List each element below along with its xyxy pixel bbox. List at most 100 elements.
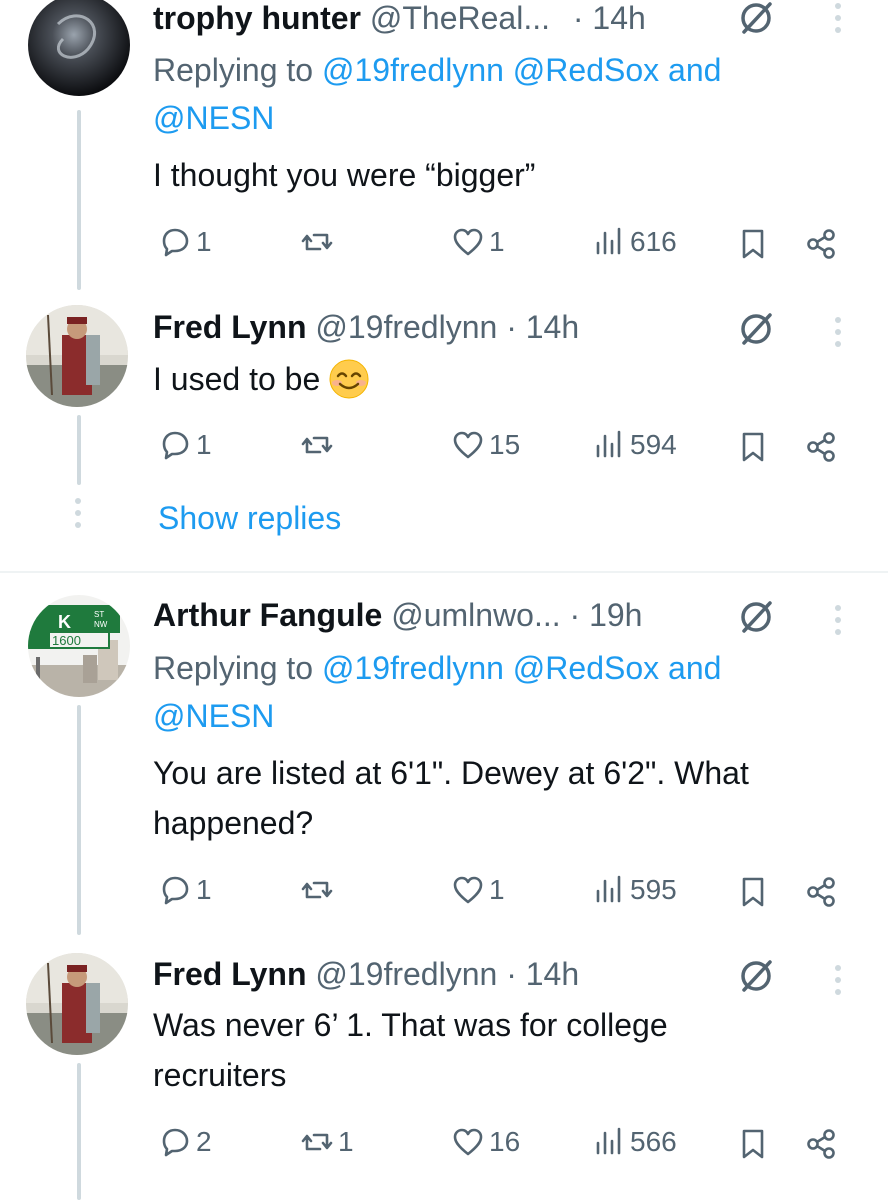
- views-button[interactable]: 616: [592, 222, 677, 262]
- more-options-icon[interactable]: [828, 314, 848, 354]
- show-replies-link[interactable]: Show replies: [158, 498, 341, 538]
- reply-icon: [162, 431, 189, 460]
- bookmark-button[interactable]: [736, 1124, 770, 1164]
- avatar-arthur-fangule[interactable]: K ST NW 1600: [28, 595, 130, 697]
- tweet-text: You are listed at 6'1". Dewey at 6'2". W…: [153, 748, 749, 848]
- repost-button[interactable]: [300, 425, 338, 465]
- reply-button[interactable]: 2: [158, 1122, 212, 1162]
- tweet-text-line: Was never 6’ 1. That was for college: [153, 1007, 668, 1043]
- bookmark-button[interactable]: [736, 427, 770, 467]
- share-button[interactable]: [804, 872, 838, 912]
- views-button[interactable]: 566: [592, 1122, 677, 1162]
- like-count: 16: [489, 1126, 521, 1157]
- thread-line: [77, 1063, 81, 1200]
- user-handle[interactable]: @19fredlynn: [315, 956, 497, 992]
- user-handle[interactable]: @umlnwo...: [391, 597, 560, 633]
- display-name[interactable]: Fred Lynn: [153, 309, 306, 345]
- reply-icon: [162, 1128, 189, 1157]
- tweet-text: I used to be: [153, 354, 370, 404]
- reply-button[interactable]: 1: [158, 425, 212, 465]
- user-handle[interactable]: @19fredlynn: [315, 309, 497, 345]
- reply-count: 1: [196, 226, 212, 257]
- reply-count: 2: [196, 1126, 212, 1157]
- bookmark-button[interactable]: [736, 872, 770, 912]
- reply-count: 1: [196, 874, 212, 905]
- views-icon: [596, 430, 621, 458]
- replying-mentions[interactable]: @19fredlynn @RedSox: [322, 650, 659, 686]
- tweet-text-line: happened?: [153, 805, 314, 841]
- timestamp[interactable]: · 19h: [570, 597, 643, 633]
- replying-mentions[interactable]: @19fredlynn @RedSox: [322, 52, 659, 88]
- share-icon: [807, 877, 835, 907]
- views-button[interactable]: 594: [592, 425, 677, 465]
- tweet-header: Arthur Fangule @umlnwo... · 19h: [153, 595, 642, 635]
- replying-and: and: [659, 52, 722, 88]
- repost-button[interactable]: [300, 222, 338, 262]
- reply-button[interactable]: 1: [158, 870, 212, 910]
- grok-icon[interactable]: [736, 309, 776, 349]
- share-button[interactable]: [804, 1124, 838, 1164]
- like-count: 1: [489, 226, 505, 257]
- avatar-fred-lynn[interactable]: [26, 305, 128, 407]
- share-button[interactable]: [804, 427, 838, 467]
- more-options-icon[interactable]: [828, 962, 848, 1002]
- more-options-icon[interactable]: [828, 602, 848, 642]
- sign-number: 1600: [52, 633, 81, 648]
- grok-icon[interactable]: [736, 956, 776, 996]
- views-icon: [596, 227, 621, 255]
- reply-icon: [162, 876, 189, 905]
- timestamp[interactable]: · 14h: [506, 309, 579, 345]
- replying-prefix: Replying to: [153, 52, 322, 88]
- reply-button[interactable]: 1: [158, 222, 212, 262]
- views-button[interactable]: 595: [592, 870, 677, 910]
- repost-button[interactable]: [300, 870, 338, 910]
- timestamp[interactable]: · 14h: [573, 0, 646, 36]
- display-name[interactable]: Fred Lynn: [153, 956, 306, 992]
- share-button[interactable]: [804, 224, 838, 264]
- avatar-trophy-hunter[interactable]: [28, 0, 130, 96]
- user-handle[interactable]: @TheReal...: [370, 0, 550, 36]
- replying-and: and: [659, 650, 722, 686]
- tweet-text-body: I used to be: [153, 361, 321, 397]
- reply-count: 1: [196, 429, 212, 460]
- replying-to: Replying to @19fredlynn @RedSox and @NES…: [153, 644, 833, 740]
- bookmark-icon: [742, 1129, 764, 1159]
- bookmark-button[interactable]: [736, 224, 770, 264]
- repost-icon: [301, 233, 333, 251]
- bookmark-icon: [742, 877, 764, 907]
- grok-icon[interactable]: [736, 597, 776, 637]
- grok-icon[interactable]: [736, 0, 776, 38]
- repost-button[interactable]: 1: [300, 1122, 354, 1162]
- bookmark-icon: [742, 229, 764, 259]
- replying-last-mention[interactable]: @NESN: [153, 698, 274, 734]
- replying-last-mention[interactable]: @NESN: [153, 100, 274, 136]
- thread-dots-icon[interactable]: [72, 496, 84, 541]
- repost-icon: [301, 436, 333, 454]
- replying-to: Replying to @19fredlynn @RedSox and @NES…: [153, 46, 833, 142]
- share-icon: [807, 1129, 835, 1159]
- heart-icon: [453, 431, 483, 459]
- display-name[interactable]: trophy hunter: [153, 0, 361, 36]
- display-name[interactable]: Arthur Fangule: [153, 597, 382, 633]
- thread-line: [77, 415, 81, 485]
- tweet-header: trophy hunter @TheReal... · 14h: [153, 0, 646, 38]
- like-button[interactable]: 15: [451, 425, 520, 465]
- more-options-icon[interactable]: [828, 0, 848, 40]
- tweet-text-line: recruiters: [153, 1057, 287, 1093]
- view-count: 594: [630, 429, 677, 460]
- like-button[interactable]: 1: [451, 870, 505, 910]
- replying-prefix: Replying to: [153, 650, 322, 686]
- like-button[interactable]: 16: [451, 1122, 520, 1162]
- timestamp[interactable]: · 14h: [506, 956, 579, 992]
- like-button[interactable]: 1: [451, 222, 505, 262]
- like-count: 1: [489, 874, 505, 905]
- view-count: 595: [630, 874, 677, 905]
- heart-icon: [453, 228, 483, 256]
- heart-icon: [453, 876, 483, 904]
- reply-icon: [162, 228, 189, 257]
- avatar-fred-lynn[interactable]: [26, 953, 128, 1055]
- thread-line: [77, 705, 81, 935]
- divider: [0, 571, 888, 573]
- views-icon: [596, 1127, 621, 1155]
- tweet-header: Fred Lynn @19fredlynn · 14h: [153, 954, 579, 994]
